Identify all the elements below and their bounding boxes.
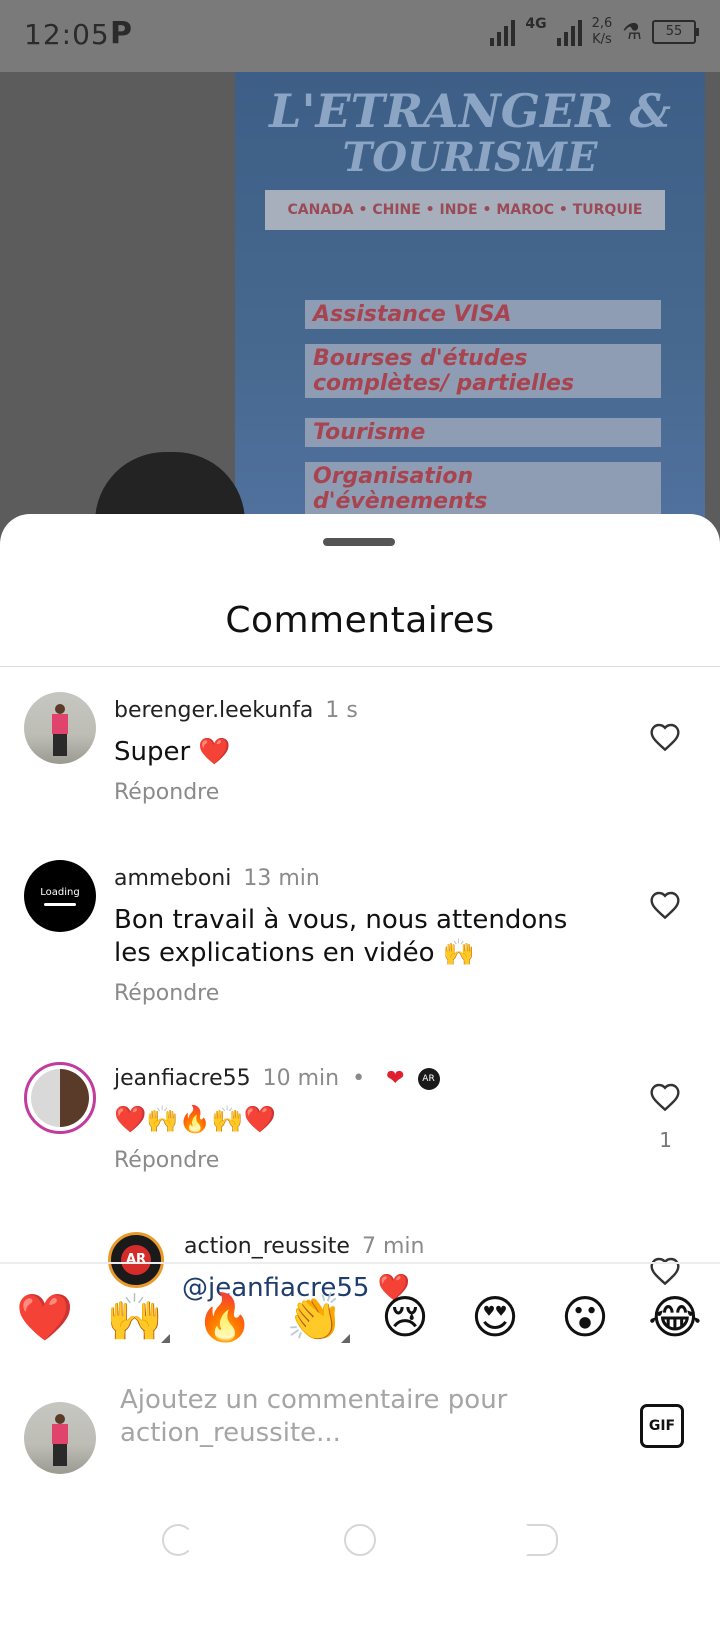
- comment-header: berenger.leekunfa 1 s: [114, 698, 358, 723]
- emoji-heart[interactable]: ❤️: [10, 1290, 80, 1345]
- comment-header: jeanfiacre55 10 min • ❤ AR: [114, 1066, 440, 1091]
- banner-title-line1: L'ETRANGER &: [269, 84, 671, 138]
- video-background: L'ETRANGER & TOURISME CANADA • CHINE • I…: [0, 72, 720, 542]
- battery-icon: 55: [652, 20, 699, 44]
- avatar-loading-text: Loading: [40, 887, 80, 898]
- emoji-crying[interactable]: 😢: [370, 1290, 440, 1344]
- avatar[interactable]: Loading: [24, 860, 96, 932]
- like-heart-icon[interactable]: [648, 890, 682, 924]
- nav-home-icon[interactable]: [344, 1524, 376, 1556]
- comment-text: ❤️🙌🔥🙌❤️: [114, 1105, 276, 1135]
- gif-button[interactable]: GIF: [640, 1404, 684, 1448]
- emoji-heart-eyes[interactable]: 😍: [460, 1290, 530, 1344]
- comment-time: 1 s: [325, 698, 358, 723]
- signal-icon: [490, 18, 516, 46]
- avatar[interactable]: [24, 692, 96, 764]
- comment-header: action_reussite 7 min: [184, 1234, 424, 1259]
- emoji-clapping[interactable]: 👏: [280, 1290, 350, 1345]
- sheet-title: Commentaires: [225, 600, 495, 641]
- creator-liked-heart-icon: ❤: [386, 1066, 405, 1091]
- emoji-fire[interactable]: 🔥: [190, 1290, 260, 1345]
- avatar-logo: AR: [121, 1245, 151, 1275]
- comment-username[interactable]: ammeboni: [114, 866, 231, 891]
- emoji-laughing[interactable]: 😂: [640, 1290, 710, 1344]
- avatar[interactable]: AR: [108, 1232, 164, 1288]
- avatar[interactable]: [24, 1062, 96, 1134]
- banner-service: Organisation d'évènements: [305, 462, 661, 516]
- emoji-surprised[interactable]: 😮: [550, 1290, 620, 1344]
- like-count: 1: [659, 1128, 672, 1152]
- comment-username[interactable]: jeanfiacre55: [114, 1066, 251, 1091]
- banner-service: Assistance VISA: [305, 300, 661, 329]
- emoji-raising-hands[interactable]: 🙌: [100, 1290, 170, 1345]
- reply-button[interactable]: Répondre: [114, 1148, 219, 1173]
- creator-avatar-badge: AR: [417, 1068, 440, 1090]
- comment-header: ammeboni 13 min: [114, 866, 320, 891]
- comment-time: 13 min: [243, 866, 320, 891]
- comments-sheet: Commentaires berenger.leekunfa 1 s Super …: [0, 514, 720, 1640]
- comment-time: 7 min: [361, 1234, 425, 1259]
- nav-back-icon[interactable]: [162, 1524, 194, 1556]
- emoji-bar-divider: [0, 1262, 720, 1264]
- status-time: 12:05: [24, 18, 110, 51]
- signal-icon-2: [556, 18, 582, 46]
- banner-service: Bourses d'études complètes/ partielles: [305, 344, 661, 398]
- comment-text: Super ❤️: [114, 737, 231, 767]
- network-speed: 2,6 K/s: [591, 16, 613, 47]
- sheet-drag-handle[interactable]: [323, 538, 395, 546]
- reply-button[interactable]: Répondre: [114, 981, 219, 1006]
- current-user-avatar: [24, 1402, 96, 1474]
- status-bar: 12:05 P 4G 2,6 K/s ⚗ 55: [0, 0, 720, 72]
- nav-recents-icon[interactable]: [526, 1524, 558, 1556]
- comment-time: 10 min: [262, 1066, 340, 1091]
- like-heart-icon[interactable]: [648, 1082, 682, 1116]
- like-heart-icon[interactable]: [648, 722, 682, 756]
- video-banner: L'ETRANGER & TOURISME CANADA • CHINE • I…: [235, 72, 705, 542]
- divider: [0, 666, 720, 667]
- comment-username[interactable]: action_reussite: [184, 1234, 350, 1259]
- app-notification-icon: P: [110, 16, 132, 51]
- emoji-quick-bar: ❤️ 🙌 🔥 👏 😢 😍 😮 😂: [0, 1282, 720, 1352]
- banner-service: Tourisme: [305, 418, 661, 447]
- separator-dot: •: [352, 1066, 366, 1091]
- banner-title-line2: TOURISME: [342, 134, 598, 181]
- comment-input[interactable]: Ajoutez un commentaire pour action_reuss…: [120, 1384, 590, 1450]
- reply-button[interactable]: Répondre: [114, 780, 219, 805]
- comment-text: Bon travail à vous, nous attendons les e…: [114, 905, 568, 968]
- comment-username[interactable]: berenger.leekunfa: [114, 698, 313, 723]
- network-type: 4G: [525, 16, 547, 32]
- banner-countries: CANADA • CHINE • INDE • MAROC • TURQUIE: [265, 190, 665, 230]
- system-nav-bar: [0, 1500, 720, 1640]
- flask-icon: ⚗: [622, 19, 642, 45]
